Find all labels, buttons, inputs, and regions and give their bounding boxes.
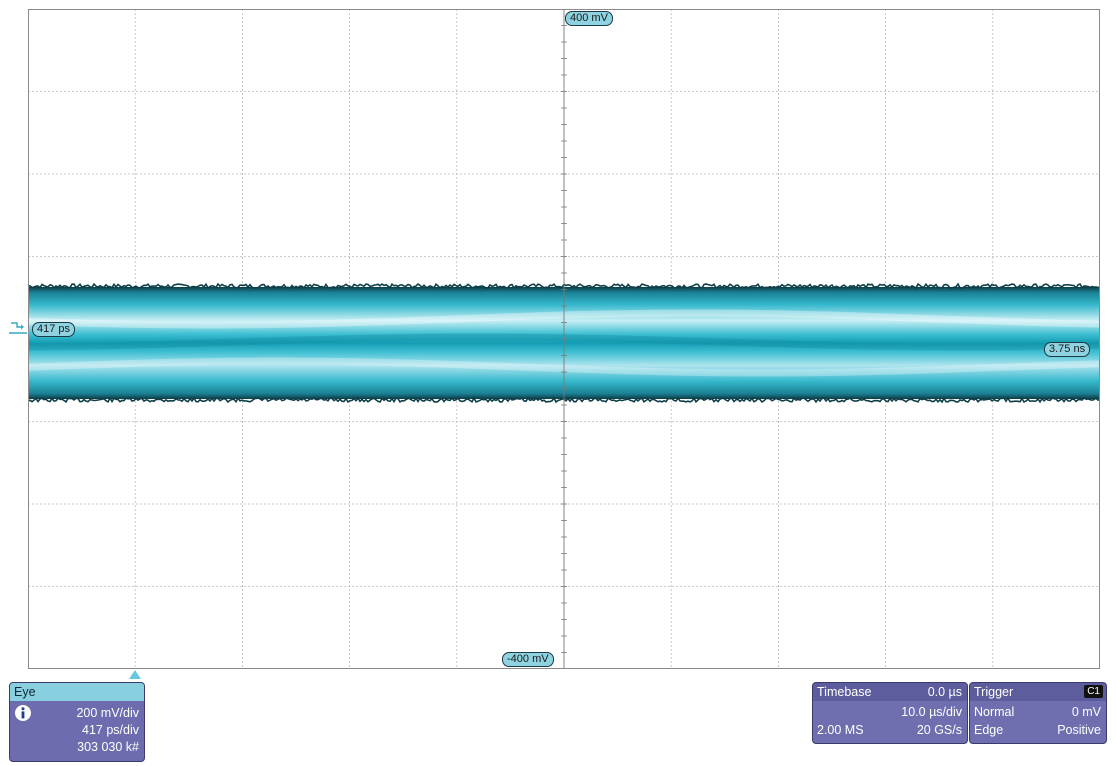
eye-time-per-div: 417 ps/div [82,723,139,737]
timebase-panel[interactable]: Timebase 0.0 µs 10.0 µs/div 2.00 MS 20 G… [812,682,968,744]
ground-reference-arrow-icon[interactable] [9,321,27,335]
eye-info-panel[interactable]: Eye 200 mV/div 417 ps/div 303 030 k# [9,682,145,762]
timebase-delay: 0.0 µs [927,685,962,699]
trigger-channel-badge: C1 [1084,685,1103,698]
trigger-slope: Positive [1057,723,1101,737]
eye-diagram-plot [28,9,1100,669]
trigger-panel[interactable]: Trigger C1 Normal 0 mV Edge Positive [969,682,1107,744]
trigger-type: Edge [974,723,1004,737]
timebase-time-per-div: 10.0 µs/div [901,705,962,719]
vertical-offset-top-label: 400 mV [565,11,613,26]
timebase-sample-rate: 20 GS/s [916,723,962,737]
trigger-mode: Normal [974,705,1015,719]
center-axis-ticks [561,9,567,669]
eye-sample-count: 303 030 k# [77,740,139,754]
trigger-level: 0 mV [1071,705,1101,719]
triangle-up-icon[interactable] [129,670,141,679]
eye-volts-per-div: 200 mV/div [76,706,139,720]
horizontal-delay-left-label: 417 ps [32,322,76,337]
timebase-samples: 2.00 MS [817,723,864,737]
horizontal-delay-right-label: 3.75 ns [1044,342,1091,357]
info-icon[interactable] [14,704,32,722]
vertical-offset-bottom-label: -400 mV [502,652,554,667]
eye-panel-title: Eye [10,683,144,701]
